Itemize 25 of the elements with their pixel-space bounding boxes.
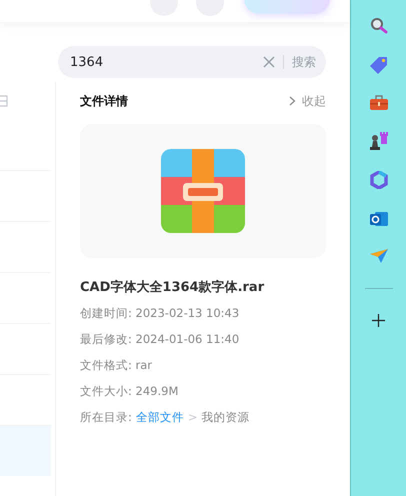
- current-folder: 我的资源: [202, 409, 250, 426]
- breadcrumb-separator: >: [188, 409, 198, 426]
- toolbox-icon[interactable]: [370, 95, 388, 111]
- info-text: 文件大小: 249.9M: [80, 383, 180, 400]
- file-name: CAD字体大全1364款字体.rar: [80, 278, 266, 296]
- info-text: 文件格式: rar: [80, 357, 154, 374]
- search-button[interactable]: 搜索: [290, 54, 318, 70]
- grid-icon[interactable]: [0, 95, 8, 107]
- folder-link[interactable]: 全部文件: [136, 409, 184, 426]
- close-icon[interactable]: [263, 56, 276, 68]
- tag-icon[interactable]: [370, 56, 388, 74]
- chess-icon[interactable]: [370, 132, 388, 150]
- info-text: 创建时间: 2023-02-13 10:43: [80, 305, 240, 322]
- info-label: 所在目录:: [80, 409, 132, 426]
- info-text: 最后修改: 2024-01-06 11:40: [80, 331, 240, 348]
- search-icon[interactable]: [370, 17, 388, 35]
- chevron-icon: [289, 96, 296, 106]
- archive-icon: [161, 149, 246, 233]
- ring-logo-icon[interactable]: [370, 171, 388, 189]
- paper-plane-icon[interactable]: [370, 249, 388, 263]
- collapse-button[interactable]: 收起: [289, 92, 326, 110]
- mail-app-icon[interactable]: [370, 210, 388, 228]
- search-field[interactable]: 1364 搜索: [58, 46, 326, 78]
- panel-title: 文件详情: [80, 92, 128, 110]
- plus-icon[interactable]: [372, 314, 386, 327]
